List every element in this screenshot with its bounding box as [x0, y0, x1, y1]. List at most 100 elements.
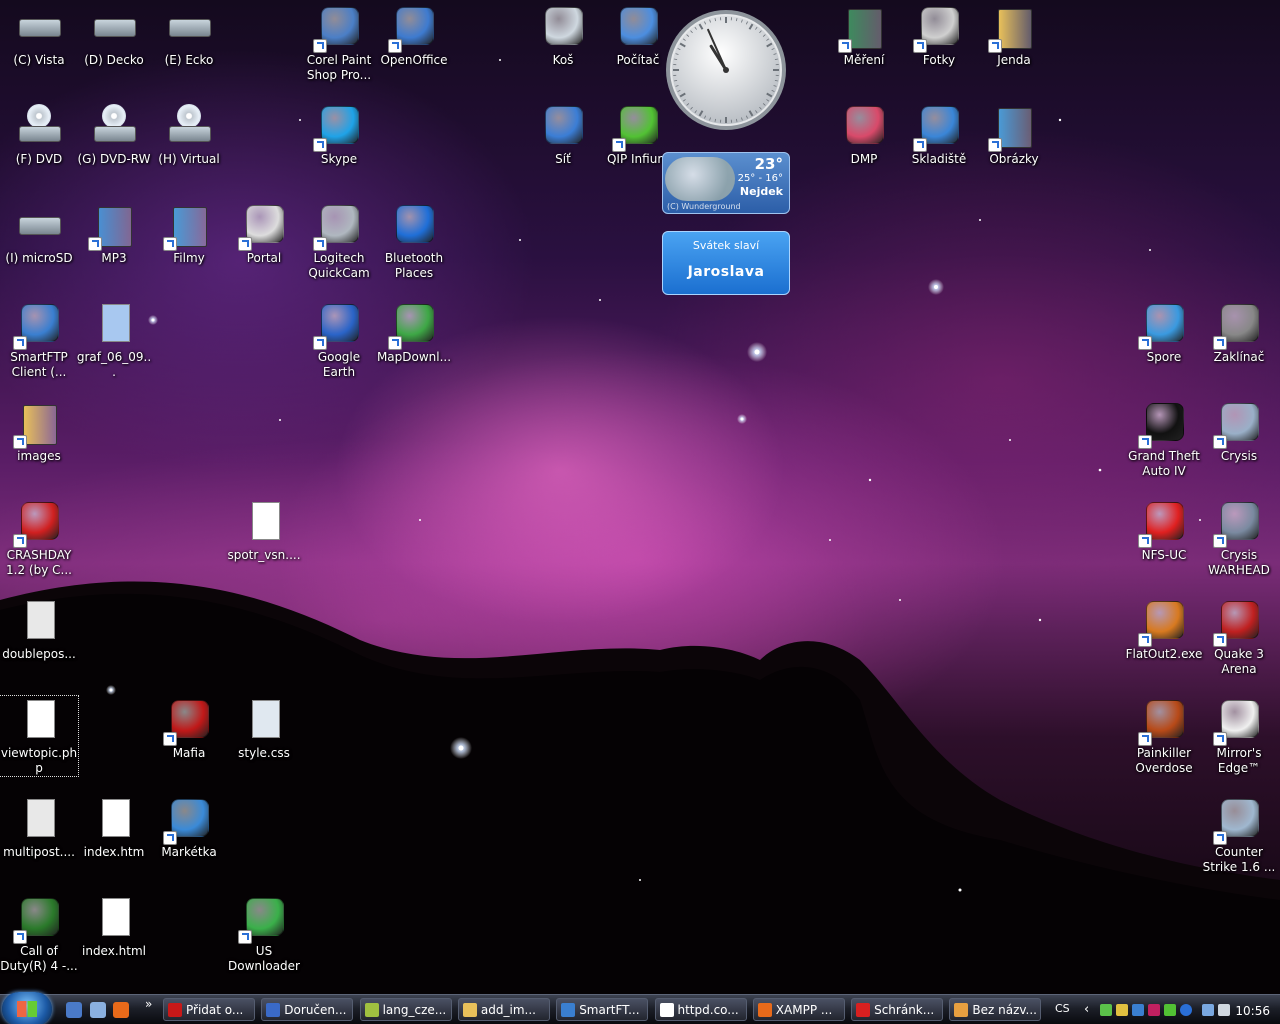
desktop-icon-bluetooth[interactable]: Bluetooth Places [375, 201, 453, 281]
shortcut-arrow-icon [313, 138, 327, 152]
desktop-icon-label: style.css [238, 746, 290, 760]
desktop-icon-label: Skype [320, 152, 358, 166]
desktop-icon-spore[interactable]: Spore [1125, 300, 1203, 365]
weather-city: Nejdek [739, 185, 783, 198]
desktop-icon-sit[interactable]: Síť [524, 102, 602, 167]
desktop-icon-gta4[interactable]: Grand Theft Auto IV [1125, 399, 1203, 479]
desktop-icon-mapdownl[interactable]: MapDownl... [375, 300, 453, 365]
desktop-icon-marketka[interactable]: Markétka [150, 795, 228, 860]
taskbar-button[interactable]: httpd.co... [654, 998, 747, 1021]
desktop-icon-viewtopic[interactable]: viewtopic.php [0, 695, 79, 777]
desktop-icon-drive-f[interactable]: (F) DVD [0, 102, 78, 167]
weather-range: 25° - 16° [737, 173, 783, 184]
globe-icon [561, 1003, 576, 1017]
gta-icon [1138, 399, 1188, 449]
display-tray-icon[interactable] [1202, 1004, 1214, 1016]
taskbar-button[interactable]: Přidat o... [163, 998, 255, 1021]
desktop-icon-index-htm[interactable]: index.htm [75, 795, 153, 860]
taskbar-button[interactable]: add_im... [457, 998, 550, 1021]
bluetooth-tray-icon[interactable] [1180, 1004, 1192, 1016]
shortcut-arrow-icon [1213, 633, 1227, 647]
desktop-icon-drive-d[interactable]: (D) Decko [75, 3, 153, 68]
desktop-icon-label: Markétka [161, 845, 217, 859]
text-file-icon [659, 1003, 674, 1017]
security-tray-icon[interactable] [1116, 1004, 1128, 1016]
quake-icon [1213, 597, 1263, 647]
desktop-icon-quickcam[interactable]: Logitech QuickCam [300, 201, 378, 281]
desktop-icon-dmp[interactable]: DMP [825, 102, 903, 167]
name-day-gadget[interactable]: Svátek slaví Jaroslava [662, 231, 790, 295]
desktop-icon-quake3[interactable]: Quake 3 Arena [1200, 597, 1278, 677]
firefox-icon[interactable] [113, 1002, 129, 1018]
desktop-icon-zaklinac[interactable]: Zaklínač [1200, 300, 1278, 365]
start-button[interactable] [2, 992, 52, 1024]
desktop-icon-flatout[interactable]: FlatOut2.exe [1125, 597, 1203, 662]
language-indicator[interactable]: CS [1055, 1002, 1070, 1015]
earth-globe-icon [388, 300, 438, 350]
counter-strike-icon [1213, 795, 1263, 845]
taskbar-button[interactable]: lang_cze... [359, 998, 452, 1021]
desktop-icon-portal[interactable]: Portal [225, 201, 303, 266]
desktop-icon-mereni[interactable]: Měření [825, 3, 903, 68]
desktop-icon-drive-c[interactable]: (C) Vista [0, 3, 78, 68]
shortcut-arrow-icon [1138, 633, 1152, 647]
desktop-icon-drive-i[interactable]: (I) microSD [0, 201, 78, 266]
desktop-icon-google-earth[interactable]: Google Earth [300, 300, 378, 380]
flatout-icon [1138, 597, 1188, 647]
desktop-icon-openoffice[interactable]: OpenOffice [375, 3, 453, 68]
desktop-icon-counter-strike[interactable]: Counter Strike 1.6 ... [1200, 795, 1278, 875]
desktop-icon-smartftp[interactable]: SmartFTP Client (... [0, 300, 78, 380]
desktop-icon-skype[interactable]: Skype [300, 102, 378, 167]
desktop-icon-cod4[interactable]: Call of Duty(R) 4 -... [0, 894, 78, 974]
desktop-icon-skladiste[interactable]: Skladiště [900, 102, 978, 167]
desktop-icon-corel[interactable]: Corel Paint Shop Pro... [300, 3, 378, 83]
desktop-icon-drive-e[interactable]: (E) Ecko [150, 3, 228, 68]
switch-windows-icon[interactable] [90, 1002, 106, 1018]
desktop-icon-us-downloader[interactable]: US Downloader [225, 894, 303, 974]
tray-expand-icon[interactable]: ‹ [1084, 1002, 1089, 1017]
taskbar-clock[interactable]: 10:56 [1235, 1004, 1270, 1018]
desktop-icon-graf[interactable]: graf_06_09... [75, 300, 153, 380]
taskbar-button[interactable]: Bez názv... [949, 998, 1042, 1021]
desktop-icon-multipost[interactable]: multipost.... [0, 795, 78, 860]
desktop-icon-obrazky[interactable]: Obrázky [975, 102, 1053, 167]
taskbar-button[interactable]: Doručen... [261, 998, 354, 1021]
desktop-icon-fotky[interactable]: Fotky [900, 3, 978, 68]
desktop-icon-doublepos[interactable]: doublepos... [0, 597, 78, 662]
shortcut-arrow-icon [13, 336, 27, 350]
taskbar-button[interactable]: SmartFT... [556, 998, 649, 1021]
desktop-icon-style-css[interactable]: style.css [225, 696, 303, 761]
desktop-icon-crysis[interactable]: Crysis [1200, 399, 1278, 464]
desktop-icon-spotr[interactable]: spotr_vsn.... [225, 498, 303, 563]
desktop-icon-mirrors-edge[interactable]: Mirror's Edge™ [1200, 696, 1278, 776]
clock-gadget[interactable] [664, 8, 788, 132]
network-tray-icon[interactable] [1100, 1004, 1112, 1016]
quick-launch-overflow[interactable]: » [145, 997, 152, 1011]
qip-tray-icon[interactable] [1164, 1004, 1176, 1016]
desktop-icon-crashday[interactable]: CRASHDAY 1.2 (by C... [0, 498, 78, 578]
desktop-icon-drive-h[interactable]: (H) Virtual [150, 102, 228, 167]
desktop-icon-mafia[interactable]: Mafia [150, 696, 228, 761]
desktop-icon-filmy[interactable]: Filmy [150, 201, 228, 266]
desktop-icon-drive-g[interactable]: (G) DVD-RW [75, 102, 153, 167]
desktop-icon-nfs[interactable]: NFS-UC [1125, 498, 1203, 563]
taskbar-button[interactable]: XAMPP ... [752, 998, 845, 1021]
taskbar-button[interactable]: Schránk... [851, 998, 944, 1021]
desktop-icon-mp3[interactable]: MP3 [75, 201, 153, 266]
app-tray-icon[interactable] [1148, 1004, 1160, 1016]
taskbar-button-label: lang_cze... [382, 1003, 447, 1017]
desktop-icon-label: Google Earth [317, 350, 361, 379]
desktop-icon-painkiller[interactable]: Painkiller Overdose [1125, 696, 1203, 776]
volume-icon[interactable] [1218, 1004, 1230, 1016]
shortcut-arrow-icon [313, 39, 327, 53]
image-file-icon [15, 795, 63, 843]
updates-tray-icon[interactable] [1132, 1004, 1144, 1016]
desktop-icon-index-html[interactable]: index.html [75, 894, 153, 959]
desktop-icon-jenda[interactable]: Jenda [975, 3, 1053, 68]
show-desktop-icon[interactable] [66, 1002, 82, 1018]
desktop-icon-label: MP3 [101, 251, 127, 265]
desktop-icon-crysis-warhead[interactable]: Crysis WARHEAD [1200, 498, 1278, 578]
desktop-icon-images[interactable]: images [0, 399, 78, 464]
desktop-icon-kos[interactable]: Koš [524, 3, 602, 68]
weather-gadget[interactable]: 23° 25° - 16° Nejdek (C) Wunderground [662, 152, 790, 214]
